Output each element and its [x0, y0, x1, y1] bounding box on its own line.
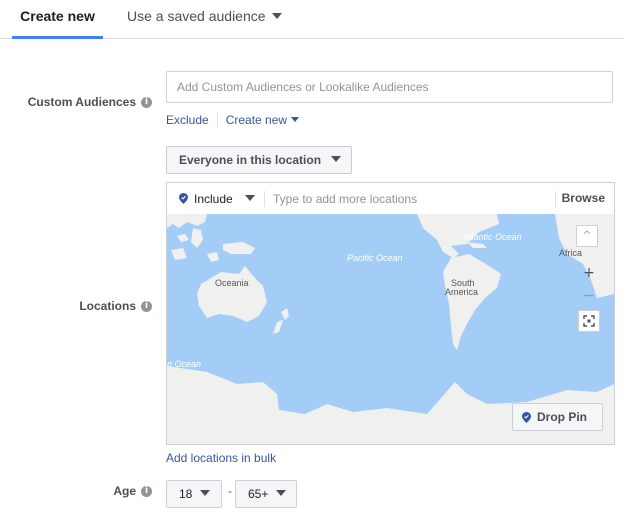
info-icon[interactable]: i [141, 485, 152, 497]
browse-button[interactable]: Browse [562, 183, 605, 214]
drop-pin-button[interactable]: Drop Pin [512, 403, 603, 431]
age-label: Age i [113, 484, 152, 498]
map-label-oceania: Oceania [215, 278, 249, 288]
tab-create-new[interactable]: Create new [12, 0, 103, 39]
caret-down-icon [331, 156, 342, 162]
caret-down-icon [244, 194, 255, 201]
map-label-africa: Africa [559, 248, 582, 258]
info-icon[interactable]: i [141, 96, 152, 108]
age-separator: - [228, 484, 232, 498]
zoom-out-button[interactable]: − [578, 286, 600, 308]
divider [555, 191, 556, 207]
caret-down-icon [291, 116, 300, 122]
include-label: Include [194, 191, 233, 206]
age-min-value: 18 [179, 487, 193, 501]
location-scope-dropdown[interactable]: Everyone in this location [166, 146, 352, 174]
zoom-in-button[interactable]: + [578, 263, 600, 285]
divider [264, 191, 265, 207]
map-label-america: America [445, 287, 478, 297]
map-pin-icon [522, 411, 531, 423]
age-label-text: Age [113, 484, 136, 498]
location-picker: Include Browse Atlantic Ocean Pacific Oc… [166, 182, 615, 445]
info-icon[interactable]: i [141, 300, 152, 312]
caret-down-icon [271, 13, 282, 20]
custom-audiences-actions: Exclude Create new [166, 113, 300, 127]
map-pin-icon [179, 193, 188, 204]
audience-tabs: Create new Use a saved audience [0, 0, 624, 39]
drop-pin-label: Drop Pin [537, 410, 587, 424]
locations-label: Locations i [79, 299, 152, 313]
caret-down-icon [200, 490, 211, 496]
custom-audiences-field[interactable] [166, 71, 613, 103]
location-search-input[interactable] [273, 183, 543, 214]
divider [216, 113, 218, 127]
tab-saved-audience-label: Use a saved audience [127, 8, 266, 24]
create-new-link[interactable]: Create new [226, 113, 287, 127]
age-min-select[interactable]: 18 [166, 480, 222, 508]
include-dropdown[interactable]: Include [179, 183, 255, 214]
map-pan-up[interactable]: ^ [576, 225, 598, 247]
caret-down-icon [276, 490, 287, 496]
age-max-value: 65+ [248, 487, 269, 501]
fullscreen-glyph [583, 315, 595, 327]
age-max-select[interactable]: 65+ [235, 480, 297, 508]
map-label-indian: n Ocean [167, 359, 201, 369]
add-locations-bulk-link[interactable]: Add locations in bulk [166, 451, 276, 465]
locations-label-text: Locations [79, 299, 136, 313]
location-search-bar: Include Browse [167, 183, 614, 215]
tab-create-new-label: Create new [20, 8, 95, 24]
location-scope-label: Everyone in this location [179, 153, 322, 167]
tab-saved-audience[interactable]: Use a saved audience [127, 0, 282, 36]
custom-audiences-label: Custom Audiences i [28, 95, 152, 109]
fullscreen-icon[interactable] [578, 310, 600, 332]
exclude-link[interactable]: Exclude [166, 113, 209, 127]
map-label-pacific: Pacific Ocean [347, 253, 403, 263]
map-label-atlantic: Atlantic Ocean [462, 232, 522, 242]
custom-audiences-input[interactable] [167, 72, 612, 102]
custom-audiences-label-text: Custom Audiences [27, 95, 136, 109]
